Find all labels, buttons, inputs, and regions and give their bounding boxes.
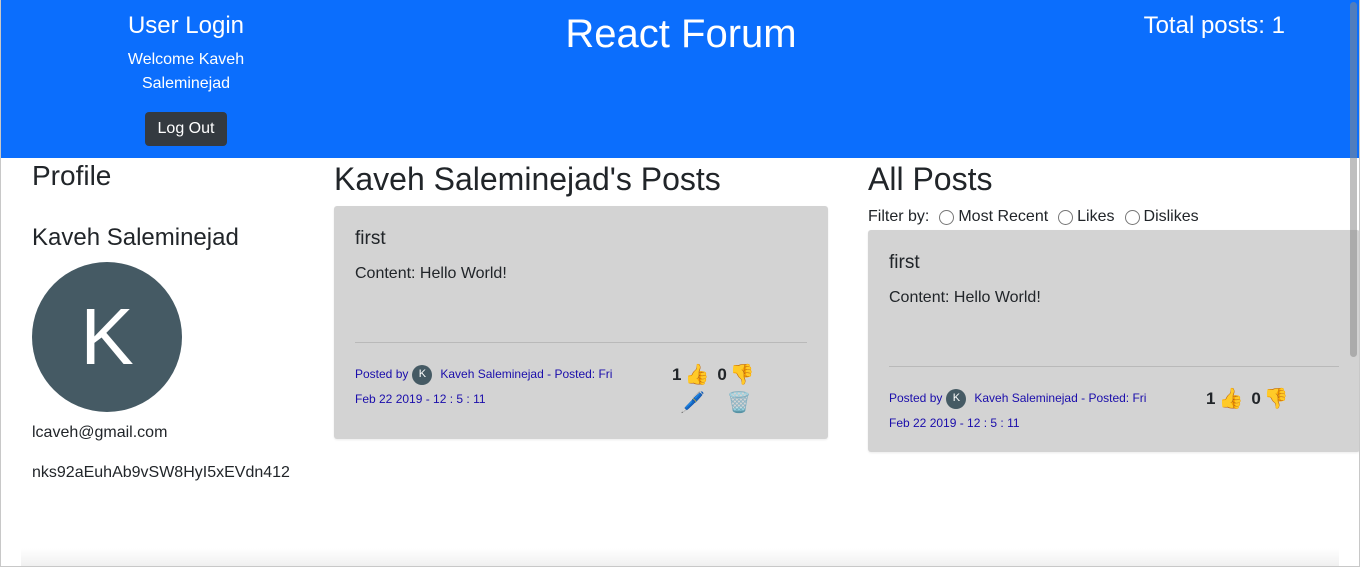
dislike-count: 0 [1251, 388, 1261, 408]
post-divider [889, 366, 1339, 367]
profile-name: Kaveh Saleminejad [32, 224, 239, 251]
like-count: 1 [1206, 388, 1216, 408]
like-count: 1 [672, 364, 682, 384]
trash-icon[interactable]: 🗑️ [727, 390, 752, 415]
profile-heading: Profile [32, 160, 112, 191]
profile-avatar: K [32, 262, 182, 412]
profile-uid: nks92aEuhAb9vSW8HyI5xEVdn412 [32, 464, 290, 481]
user-post-card: first Content: Hello World! Posted by K … [334, 206, 828, 439]
vote-bar: 1 👍 0 👎 [672, 362, 763, 387]
filter-label: Filter by: [868, 208, 930, 225]
author-posted: Kaveh Saleminejad - Posted: Fri [974, 391, 1147, 405]
dislike-count: 0 [717, 364, 727, 384]
header-bar: User Login Welcome Kaveh Saleminejad Log… [1, 0, 1359, 158]
window-bottom-shadow [21, 548, 1339, 566]
edit-pen-icon[interactable]: 🖊️ [680, 390, 705, 415]
dislikes-radio[interactable] [1124, 209, 1140, 225]
filter-dislikes[interactable]: Dislikes [1124, 208, 1199, 226]
post-date: Feb 22 2019 - 12 : 5 : 11 [355, 392, 486, 406]
post-content: Content: Hello World! [355, 265, 507, 282]
post-meta: Posted by K Kaveh Saleminejad - Posted: … [889, 386, 1179, 436]
scrollbar[interactable] [1350, 2, 1357, 357]
avatar-initial: K [80, 292, 134, 381]
most-recent-radio[interactable] [939, 209, 955, 225]
author-avatar: K [412, 364, 433, 385]
post-tools: 🖊️ 🗑️ [680, 390, 752, 415]
filter-most-recent[interactable]: Most Recent [939, 208, 1048, 226]
post-title: first [889, 252, 920, 273]
post-divider [355, 342, 807, 343]
filter-bar: Filter by: Most Recent Likes Dislikes [868, 208, 1199, 226]
thumbs-up-icon[interactable]: 👍 [1218, 386, 1243, 411]
thumbs-up-icon[interactable]: 👍 [684, 362, 709, 387]
all-post-card: first Content: Hello World! Posted by K … [868, 230, 1359, 452]
logout-button[interactable]: Log Out [144, 112, 228, 146]
posted-by-label: Posted by [889, 391, 943, 405]
post-title: first [355, 228, 386, 249]
thumbs-down-icon[interactable]: 👎 [1264, 386, 1289, 411]
vote-bar: 1 👍 0 👎 [1206, 386, 1297, 411]
thumbs-down-icon[interactable]: 👎 [730, 362, 755, 387]
app-window: User Login Welcome Kaveh Saleminejad Log… [0, 0, 1360, 567]
post-date: Feb 22 2019 - 12 : 5 : 11 [889, 416, 1020, 430]
user-posts-heading: Kaveh Saleminejad's Posts [334, 161, 721, 197]
total-posts: Total posts: 1 [1143, 12, 1285, 39]
all-posts-heading: All Posts [868, 161, 993, 197]
filter-likes[interactable]: Likes [1058, 208, 1115, 226]
posted-by-label: Posted by [355, 367, 409, 381]
post-meta: Posted by K Kaveh Saleminejad - Posted: … [355, 362, 645, 412]
author-posted: Kaveh Saleminejad - Posted: Fri [440, 367, 613, 381]
likes-radio[interactable] [1058, 209, 1074, 225]
author-avatar: K [946, 388, 967, 409]
post-content: Content: Hello World! [889, 289, 1041, 306]
profile-section: Profile Kaveh Saleminejad K lcaveh@gmail… [32, 160, 322, 482]
profile-email: lcaveh@gmail.com [32, 424, 168, 441]
